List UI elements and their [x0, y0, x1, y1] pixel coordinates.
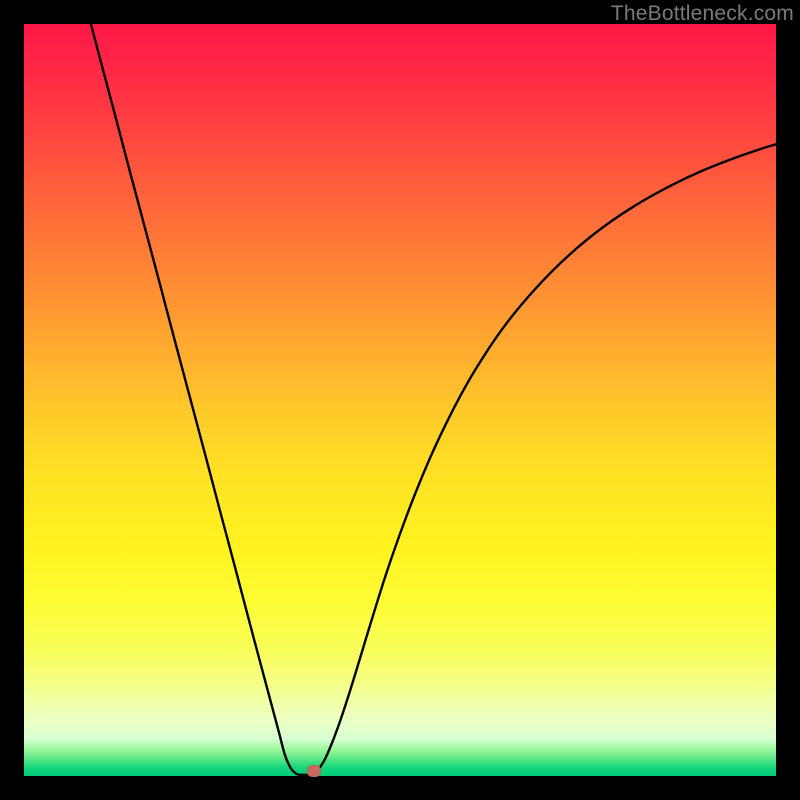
watermark-text: TheBottleneck.com — [611, 2, 794, 26]
gradient-plot-area — [24, 24, 776, 776]
optimum-marker — [307, 765, 321, 777]
chart-frame: TheBottleneck.com — [0, 0, 800, 800]
